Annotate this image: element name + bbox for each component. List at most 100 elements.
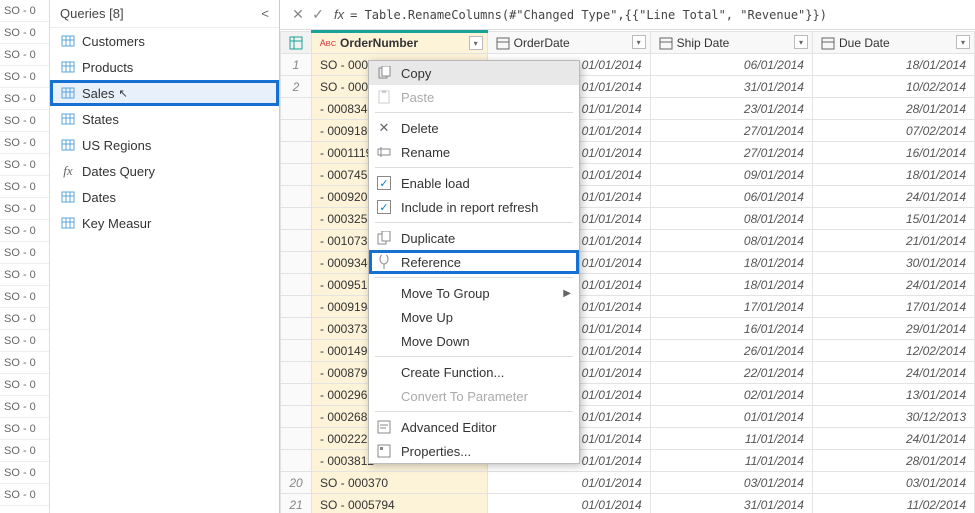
cell-ship-date[interactable]: 16/01/2014: [650, 318, 812, 340]
cell-ship-date[interactable]: 01/01/2014: [650, 406, 812, 428]
cell-due-date[interactable]: 12/02/2014: [812, 340, 974, 362]
cell-ship-date[interactable]: 27/01/2014: [650, 120, 812, 142]
row-number: 1: [281, 54, 312, 76]
cell-ship-date[interactable]: 11/01/2014: [650, 450, 812, 472]
queries-header[interactable]: Queries [8] <: [50, 0, 279, 28]
cell-ship-date[interactable]: 06/01/2014: [650, 186, 812, 208]
corner-cell[interactable]: [281, 32, 312, 54]
cell-ship-date[interactable]: 18/01/2014: [650, 252, 812, 274]
filter-dropdown-icon[interactable]: ▾: [632, 35, 646, 49]
cell-due-date[interactable]: 17/01/2014: [812, 296, 974, 318]
cell-ship-date[interactable]: 26/01/2014: [650, 340, 812, 362]
cell-due-date[interactable]: 24/01/2014: [812, 274, 974, 296]
queries-title: Queries [8]: [60, 6, 124, 21]
query-item-dates-query[interactable]: fxDates Query: [50, 158, 279, 184]
commit-icon[interactable]: ✓: [308, 6, 328, 23]
ctx-sep: [375, 112, 573, 113]
query-item-products[interactable]: Products: [50, 54, 279, 80]
cell-ship-date[interactable]: 11/01/2014: [650, 428, 812, 450]
cell-due-date[interactable]: 30/12/2013: [812, 406, 974, 428]
ctx-move-down[interactable]: Move Down: [369, 329, 579, 353]
ctx-include-refresh[interactable]: ✓ Include in report refresh: [369, 195, 579, 219]
ctx-sep: [375, 356, 573, 357]
query-item-sales[interactable]: Sales↖: [50, 80, 279, 106]
cell-due-date[interactable]: 16/01/2014: [812, 142, 974, 164]
ctx-properties[interactable]: Properties...: [369, 439, 579, 463]
ctx-create-function[interactable]: Create Function...: [369, 360, 579, 384]
cell-order-number[interactable]: SO - 0005794: [312, 494, 488, 513]
fx-icon[interactable]: fx: [334, 7, 344, 22]
cell-due-date[interactable]: 18/01/2014: [812, 164, 974, 186]
cell-due-date[interactable]: 13/01/2014: [812, 384, 974, 406]
queries-panel: Queries [8] < CustomersProductsSales↖Sta…: [50, 0, 280, 513]
cell-ship-date[interactable]: 03/01/2014: [650, 472, 812, 494]
cancel-icon[interactable]: ✕: [288, 6, 308, 23]
cell-ship-date[interactable]: 31/01/2014: [650, 76, 812, 98]
row-number: [281, 428, 312, 450]
query-item-key-measur[interactable]: Key Measur: [50, 210, 279, 236]
left-row: SO - 0: [0, 44, 49, 66]
cell-order-date[interactable]: 01/01/2014: [487, 472, 650, 494]
formula-text[interactable]: = Table.RenameColumns(#"Changed Type",{{…: [350, 8, 827, 22]
ctx-duplicate[interactable]: Duplicate: [369, 226, 579, 250]
cell-ship-date[interactable]: 09/01/2014: [650, 164, 812, 186]
cell-ship-date[interactable]: 18/01/2014: [650, 274, 812, 296]
cell-ship-date[interactable]: 23/01/2014: [650, 98, 812, 120]
cell-due-date[interactable]: 11/02/2014: [812, 494, 974, 513]
cell-due-date[interactable]: 15/01/2014: [812, 208, 974, 230]
ctx-delete[interactable]: ✕ Delete: [369, 116, 579, 140]
collapse-chevron-icon[interactable]: <: [261, 6, 269, 21]
cell-due-date[interactable]: 18/01/2014: [812, 54, 974, 76]
cell-due-date[interactable]: 03/01/2014: [812, 472, 974, 494]
ctx-advanced-editor[interactable]: Advanced Editor: [369, 415, 579, 439]
query-label: Key Measur: [82, 216, 151, 231]
cell-ship-date[interactable]: 08/01/2014: [650, 208, 812, 230]
filter-dropdown-icon[interactable]: ▾: [794, 35, 808, 49]
query-item-us-regions[interactable]: US Regions: [50, 132, 279, 158]
cell-due-date[interactable]: 24/01/2014: [812, 186, 974, 208]
formula-bar: ✕ ✓ fx = Table.RenameColumns(#"Changed T…: [280, 0, 975, 30]
cell-due-date[interactable]: 28/01/2014: [812, 450, 974, 472]
cell-due-date[interactable]: 28/01/2014: [812, 98, 974, 120]
ctx-enable-load[interactable]: ✓ Enable load: [369, 171, 579, 195]
cell-order-number[interactable]: SO - 000370: [312, 472, 488, 494]
cell-ship-date[interactable]: 22/01/2014: [650, 362, 812, 384]
cell-ship-date[interactable]: 27/01/2014: [650, 142, 812, 164]
left-row: SO - 0: [0, 264, 49, 286]
fx-icon: fx: [60, 163, 76, 179]
ctx-move-up[interactable]: Move Up: [369, 305, 579, 329]
col-ship-date[interactable]: Ship Date ▾: [650, 32, 812, 54]
table-row[interactable]: 21SO - 000579401/01/201431/01/201411/02/…: [281, 494, 975, 513]
cell-due-date[interactable]: 29/01/2014: [812, 318, 974, 340]
cell-due-date[interactable]: 07/02/2014: [812, 120, 974, 142]
table-row[interactable]: 20SO - 00037001/01/201403/01/201403/01/2…: [281, 472, 975, 494]
col-order-number[interactable]: ABC OrderNumber ▾: [312, 32, 488, 54]
cell-order-date[interactable]: 01/01/2014: [487, 494, 650, 513]
filter-dropdown-icon[interactable]: ▾: [469, 36, 483, 50]
cell-due-date[interactable]: 30/01/2014: [812, 252, 974, 274]
query-item-customers[interactable]: Customers: [50, 28, 279, 54]
col-due-date[interactable]: Due Date ▾: [812, 32, 974, 54]
ctx-copy[interactable]: Copy: [369, 61, 579, 85]
filter-dropdown-icon[interactable]: ▾: [956, 35, 970, 49]
query-item-states[interactable]: States: [50, 106, 279, 132]
cell-ship-date[interactable]: 17/01/2014: [650, 296, 812, 318]
cell-ship-date[interactable]: 08/01/2014: [650, 230, 812, 252]
ctx-reference[interactable]: Reference: [369, 250, 579, 274]
row-number: [281, 406, 312, 428]
cell-ship-date[interactable]: 06/01/2014: [650, 54, 812, 76]
cell-due-date[interactable]: 21/01/2014: [812, 230, 974, 252]
ctx-move-group[interactable]: Move To Group ▶: [369, 281, 579, 305]
cell-ship-date[interactable]: 31/01/2014: [650, 494, 812, 513]
col-order-date[interactable]: OrderDate ▾: [487, 32, 650, 54]
cell-due-date[interactable]: 24/01/2014: [812, 362, 974, 384]
cell-ship-date[interactable]: 02/01/2014: [650, 384, 812, 406]
left-row: SO - 0: [0, 286, 49, 308]
row-number: 21: [281, 494, 312, 513]
left-row: SO - 0: [0, 0, 49, 22]
ctx-rename[interactable]: Rename: [369, 140, 579, 164]
left-row: SO - 0: [0, 176, 49, 198]
query-item-dates[interactable]: Dates: [50, 184, 279, 210]
cell-due-date[interactable]: 10/02/2014: [812, 76, 974, 98]
cell-due-date[interactable]: 24/01/2014: [812, 428, 974, 450]
